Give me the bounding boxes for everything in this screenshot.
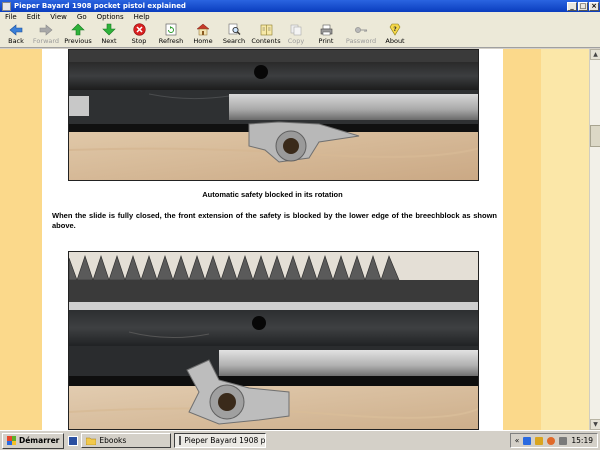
folder-icon: [86, 437, 97, 445]
windows-logo-icon: [7, 436, 16, 445]
stop-label: Stop: [131, 37, 147, 45]
menu-file[interactable]: File: [0, 13, 22, 21]
right-margin-band: [503, 49, 541, 430]
taskbar-item-label: Ebooks: [99, 436, 127, 445]
window-title-bar: Pieper Bayard 1908 pocket pistol explain…: [0, 0, 600, 12]
left-margin-band: [0, 49, 42, 430]
stop-icon: [132, 23, 146, 36]
back-label: Back: [8, 37, 24, 45]
print-button[interactable]: Print: [310, 22, 342, 45]
svg-text:?: ?: [393, 26, 397, 33]
menu-go[interactable]: Go: [72, 13, 92, 21]
figure-caption: Automatic safety blocked in its rotation: [202, 190, 343, 199]
safety-blocked-photo: [68, 49, 479, 181]
app-icon: [2, 1, 11, 11]
copy-icon: [289, 23, 303, 36]
book-app-icon: [179, 436, 182, 445]
home-icon: [196, 23, 210, 36]
taskbar: Démarrer Ebooks Pieper Bayard 1908 po...…: [0, 430, 600, 450]
forward-button[interactable]: Forward: [30, 22, 62, 45]
menu-view[interactable]: View: [45, 13, 72, 21]
home-button[interactable]: Home: [188, 22, 218, 45]
previous-button[interactable]: Previous: [62, 22, 94, 45]
forward-arrow-icon: [39, 23, 53, 36]
password-button[interactable]: Password: [342, 22, 380, 45]
print-label: Print: [318, 37, 334, 45]
refresh-label: Refresh: [158, 37, 184, 45]
right-outer-band: [541, 49, 589, 430]
page-content: Automatic safety blocked in its rotation…: [42, 49, 503, 430]
start-button[interactable]: Démarrer: [2, 432, 65, 449]
key-icon: [354, 23, 368, 36]
firefox-icon[interactable]: [547, 436, 556, 445]
minimize-button[interactable]: _: [567, 1, 577, 11]
scroll-up-arrow-icon[interactable]: ▲: [590, 49, 600, 60]
copy-button[interactable]: Copy: [282, 22, 310, 45]
up-arrow-icon: [71, 23, 85, 36]
body-paragraph: When the slide is fully closed, the fron…: [52, 211, 497, 230]
tray-clock[interactable]: 15:19: [571, 436, 593, 445]
password-label: Password: [345, 37, 377, 45]
tray-expand-button[interactable]: «: [515, 436, 520, 445]
about-button[interactable]: ? About: [380, 22, 410, 45]
contents-label: Contents: [251, 37, 281, 45]
menu-bar: File Edit View Go Options Help: [0, 12, 600, 22]
scroll-thumb[interactable]: [590, 125, 600, 147]
slide-closed-photo: [68, 251, 479, 430]
security-icon[interactable]: [535, 436, 544, 445]
contents-button[interactable]: Contents: [250, 22, 282, 45]
home-label: Home: [193, 37, 213, 45]
vertical-scrollbar[interactable]: ▲ ▼: [589, 49, 600, 430]
forward-label: Forward: [32, 37, 60, 45]
taskbar-item-ebooks[interactable]: Ebooks: [81, 433, 172, 448]
maximize-button[interactable]: □: [578, 1, 588, 11]
network-icon[interactable]: [523, 436, 532, 445]
taskbar-item-pieper[interactable]: Pieper Bayard 1908 po...: [174, 433, 267, 448]
system-tray: « 15:19: [509, 433, 598, 448]
toolbar: Back Forward Previous Next Stop Refresh: [0, 22, 600, 48]
quick-launch-icon[interactable]: [68, 435, 79, 446]
copy-label: Copy: [287, 37, 305, 45]
about-icon: ?: [388, 23, 402, 36]
scroll-down-arrow-icon[interactable]: ▼: [590, 419, 600, 430]
close-button[interactable]: ×: [589, 1, 599, 11]
back-arrow-icon: [9, 23, 23, 36]
taskbar-item-label: Pieper Bayard 1908 po...: [184, 436, 266, 445]
refresh-icon: [164, 23, 178, 36]
menu-options[interactable]: Options: [92, 13, 129, 21]
menu-edit[interactable]: Edit: [22, 13, 46, 21]
menu-help[interactable]: Help: [129, 13, 155, 21]
next-label: Next: [101, 37, 117, 45]
print-icon: [319, 23, 333, 36]
stop-button[interactable]: Stop: [124, 22, 154, 45]
down-arrow-icon: [102, 23, 116, 36]
search-icon: [227, 23, 241, 36]
search-label: Search: [222, 37, 246, 45]
previous-label: Previous: [64, 37, 92, 45]
contents-icon: [259, 23, 273, 36]
window-title: Pieper Bayard 1908 pocket pistol explain…: [14, 2, 186, 10]
page-viewport: Automatic safety blocked in its rotation…: [0, 49, 589, 430]
back-button[interactable]: Back: [2, 22, 30, 45]
search-button[interactable]: Search: [218, 22, 250, 45]
about-label: About: [385, 37, 405, 45]
refresh-button[interactable]: Refresh: [154, 22, 188, 45]
next-button[interactable]: Next: [94, 22, 124, 45]
volume-icon[interactable]: [559, 436, 568, 445]
start-label: Démarrer: [19, 436, 60, 445]
